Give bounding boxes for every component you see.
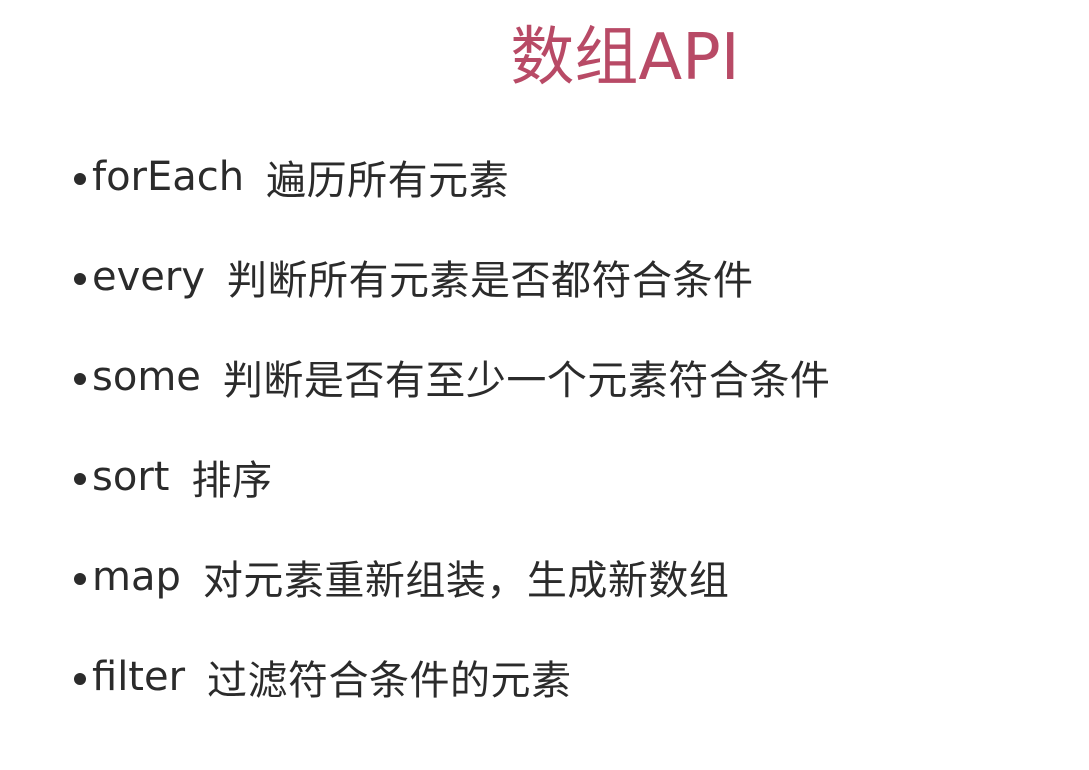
- bullet-icon: [74, 273, 86, 285]
- bullet-icon: [74, 373, 86, 385]
- list-item: sort 排序: [74, 445, 830, 509]
- title-area: 数组API: [0, 0, 1089, 120]
- slide: 数组API forEach 遍历所有元素 every 判断所有元素是否都符合条件…: [0, 0, 1089, 770]
- api-name: forEach: [92, 154, 245, 200]
- api-name: map: [92, 554, 181, 600]
- slide-title: 数组API: [510, 21, 740, 95]
- api-name: every: [92, 254, 206, 300]
- list-item: some 判断是否有至少一个元素符合条件: [74, 345, 830, 409]
- list-item: filter 过滤符合条件的元素: [74, 645, 830, 709]
- bullet-icon: [74, 473, 86, 485]
- list-item: map 对元素重新组装，生成新数组: [74, 545, 830, 609]
- api-name: sort: [92, 454, 170, 500]
- api-name: filter: [92, 654, 186, 700]
- api-description: 排序: [191, 458, 273, 504]
- api-list: forEach 遍历所有元素 every 判断所有元素是否都符合条件 some …: [74, 145, 830, 745]
- api-description: 遍历所有元素: [266, 158, 510, 204]
- api-description: 过滤符合条件的元素: [207, 658, 572, 704]
- bullet-icon: [74, 673, 86, 685]
- api-name: some: [92, 354, 201, 400]
- api-description: 判断是否有至少一个元素符合条件: [222, 358, 831, 404]
- list-item: every 判断所有元素是否都符合条件: [74, 245, 830, 309]
- api-description: 对元素重新组装，生成新数组: [202, 558, 730, 604]
- bullet-icon: [74, 173, 86, 185]
- api-description: 判断所有元素是否都符合条件: [227, 258, 754, 304]
- list-item: forEach 遍历所有元素: [74, 145, 830, 209]
- bullet-icon: [74, 573, 86, 585]
